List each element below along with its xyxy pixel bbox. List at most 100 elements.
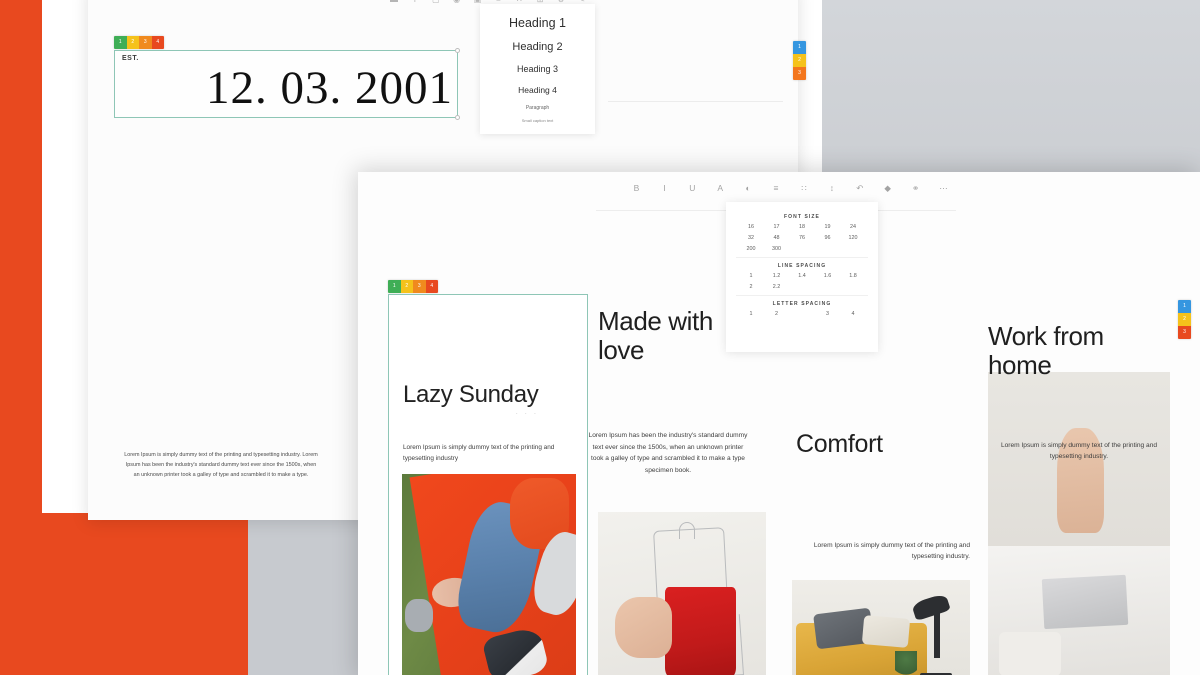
- line-spacing-option[interactable]: 2: [742, 284, 760, 290]
- link-icon[interactable]: ▬: [388, 0, 400, 4]
- collaborator-chips-lazy[interactable]: 1 2 3 4: [388, 280, 438, 293]
- front-editor-window[interactable]: B I U A ◐ ≡ ∷ ↕ ↶ ◆ ⚭ ⋯ FONT SIZE 16 17 …: [358, 172, 1200, 675]
- menu-item-heading-3[interactable]: Heading 3: [480, 64, 595, 74]
- menu-item-paragraph[interactable]: Paragraph: [480, 105, 595, 111]
- more-icon[interactable]: ⋯: [937, 184, 950, 193]
- font-size-option[interactable]: 76: [793, 235, 811, 241]
- eraser-icon[interactable]: ◆: [881, 184, 894, 193]
- shape-icon[interactable]: ▢: [430, 0, 442, 4]
- back-window-paragraph: Lorem Ipsum is simply dummy text of the …: [124, 452, 318, 478]
- letter-spacing-option: [793, 311, 811, 317]
- comfort-heading: Comfort: [796, 430, 883, 458]
- underline-icon[interactable]: U: [686, 184, 699, 193]
- chip-orange[interactable]: 3: [413, 280, 426, 293]
- menu-item-heading-1[interactable]: Heading 1: [480, 16, 595, 30]
- menu-item-caption[interactable]: Small caption text: [480, 118, 595, 123]
- align-left-icon[interactable]: ≡: [770, 184, 783, 193]
- line-spacing-option[interactable]: 1.8: [844, 273, 862, 279]
- letter-spacing-option[interactable]: 4: [844, 311, 862, 317]
- font-size-row-2[interactable]: 32 48 76 96 120: [726, 235, 878, 241]
- font-size-option[interactable]: 300: [768, 246, 786, 252]
- font-size-option[interactable]: 19: [819, 224, 837, 230]
- toolbar-rule-left: [596, 210, 726, 211]
- photo-hand: [614, 597, 672, 659]
- text-icon[interactable]: I: [409, 0, 421, 4]
- photo-picnic-blanket: [402, 474, 576, 675]
- resize-handle-tr[interactable]: [455, 48, 460, 53]
- line-spacing-option: [844, 284, 862, 290]
- font-size-option[interactable]: 200: [742, 246, 760, 252]
- font-size-option[interactable]: 48: [768, 235, 786, 241]
- typography-settings-panel[interactable]: FONT SIZE 16 17 18 19 24 32 48 76 96 120…: [726, 202, 878, 352]
- line-spacing-option[interactable]: 2.2: [768, 284, 786, 290]
- chip-orange[interactable]: 3: [139, 36, 152, 49]
- menu-item-heading-4[interactable]: Heading 4: [480, 85, 595, 95]
- letter-spacing-option[interactable]: 3: [819, 311, 837, 317]
- line-spacing-option: [793, 284, 811, 290]
- resize-handle-br[interactable]: [455, 115, 460, 120]
- contrast-icon[interactable]: ◐: [742, 184, 755, 193]
- line-spacing-option[interactable]: 1.2: [768, 273, 786, 279]
- front-window-toolbar[interactable]: B I U A ◐ ≡ ∷ ↕ ↶ ◆ ⚭ ⋯: [630, 184, 950, 193]
- panel-separator-1: [736, 257, 868, 258]
- menu-item-heading-2[interactable]: Heading 2: [480, 41, 595, 53]
- lazy-sunday-heading: Lazy Sunday: [403, 381, 539, 408]
- font-size-option[interactable]: 32: [742, 235, 760, 241]
- font-size-option[interactable]: 96: [819, 235, 837, 241]
- chip-yellow[interactable]: 2: [1178, 313, 1191, 326]
- list-icon[interactable]: ∷: [797, 184, 810, 193]
- letter-spacing-option[interactable]: 2: [768, 311, 786, 317]
- chip-yellow[interactable]: 2: [793, 54, 806, 67]
- chip-yellow[interactable]: 2: [126, 36, 139, 49]
- link-icon[interactable]: ⚭: [909, 184, 922, 193]
- line-spacing-icon[interactable]: ↕: [825, 184, 838, 193]
- line-spacing-title: LINE SPACING: [777, 263, 827, 269]
- font-size-row-3[interactable]: 200 300: [726, 246, 878, 252]
- background-grey-lower: [248, 513, 368, 675]
- color-icon[interactable]: ◉: [451, 0, 463, 4]
- letter-spacing-row-1[interactable]: 1 2 3 4: [726, 311, 878, 317]
- chip-green[interactable]: 1: [114, 36, 127, 49]
- font-color-icon[interactable]: A: [714, 184, 727, 193]
- undo-icon[interactable]: ↶: [853, 184, 866, 193]
- date-text-block[interactable]: EST. 12. 03. 2001: [114, 48, 460, 120]
- chip-green[interactable]: 1: [388, 280, 401, 293]
- line-spacing-row-2[interactable]: 2 2.2: [726, 284, 878, 290]
- line-spacing-option[interactable]: 1.6: [819, 273, 837, 279]
- collaborator-chips-date[interactable]: 1 2 3 4: [114, 36, 164, 49]
- font-size-option[interactable]: 16: [742, 224, 760, 230]
- font-size-option: [793, 246, 811, 252]
- line-spacing-option[interactable]: 1: [742, 273, 760, 279]
- chip-blue[interactable]: 1: [1178, 300, 1191, 313]
- font-size-option[interactable]: 17: [768, 224, 786, 230]
- background-orange-block: [0, 513, 248, 675]
- font-size-option: [844, 246, 862, 252]
- chip-red[interactable]: 4: [151, 36, 164, 49]
- chip-orange[interactable]: 3: [793, 67, 806, 80]
- photo-living-room: [792, 580, 970, 675]
- line-spacing-option: [819, 284, 837, 290]
- font-size-title: FONT SIZE: [783, 214, 820, 220]
- heading-style-dropdown[interactable]: Heading 1 Heading 2 Heading 3 Heading 4 …: [480, 4, 595, 134]
- font-size-option[interactable]: 18: [793, 224, 811, 230]
- photo-laptop: [1041, 574, 1128, 629]
- chip-red[interactable]: 4: [425, 280, 438, 293]
- comfort-paragraph: Lorem Ipsum is simply dummy text of the …: [813, 542, 970, 561]
- collaborator-chips-vertical-back[interactable]: 1 2 3: [793, 41, 806, 80]
- line-spacing-row-1[interactable]: 1 1.2 1.4 1.6 1.8: [726, 273, 878, 279]
- italic-icon[interactable]: I: [658, 184, 671, 193]
- font-size-row-1[interactable]: 16 17 18 19 24: [726, 224, 878, 230]
- chip-yellow[interactable]: 2: [400, 280, 413, 293]
- line-spacing-option[interactable]: 1.4: [793, 273, 811, 279]
- photo-plant: [895, 651, 917, 675]
- bold-icon[interactable]: B: [630, 184, 643, 193]
- photo-work-from-bed: [988, 372, 1170, 675]
- collaborator-chips-vertical-front[interactable]: 1 2 3: [1178, 300, 1191, 339]
- font-size-option[interactable]: 24: [844, 224, 862, 230]
- font-size-option[interactable]: 120: [844, 235, 862, 241]
- chip-red[interactable]: 3: [1178, 326, 1191, 339]
- work-from-home-paragraph: Lorem Ipsum is simply dummy text of the …: [1000, 442, 1158, 461]
- letter-spacing-title: LETTER SPACING: [772, 301, 832, 307]
- chip-blue[interactable]: 1: [793, 41, 806, 54]
- photo-cushion-light: [862, 614, 911, 648]
